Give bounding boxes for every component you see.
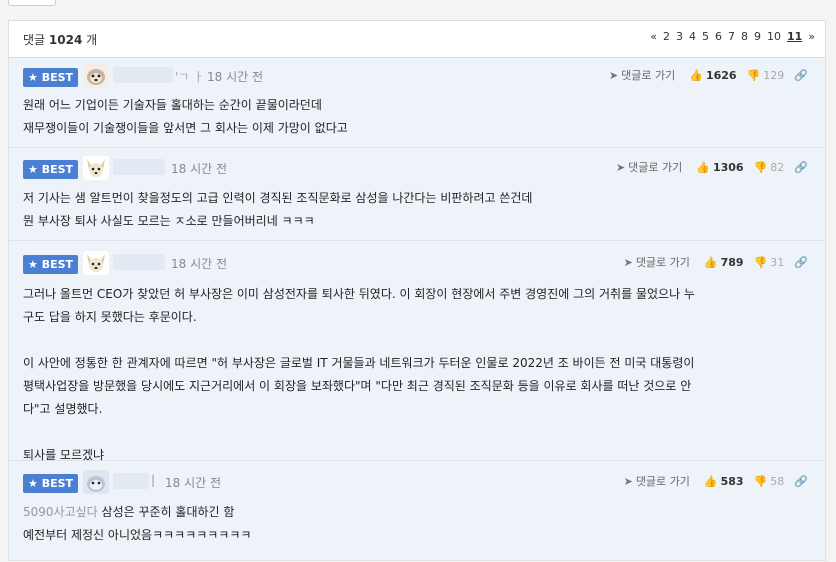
page-8[interactable]: 8: [741, 30, 748, 43]
upvote-count: 583: [720, 474, 744, 488]
comment-count-value: 1024: [48, 33, 83, 47]
comment-time: 18 시간 전: [207, 70, 264, 84]
avatar[interactable]: [83, 64, 109, 88]
comment-actions: ➤ 댓글로 가기 👍 789 👎 31 🔗: [624, 254, 811, 270]
link-icon[interactable]: 🔗: [794, 161, 808, 174]
top-button[interactable]: [8, 0, 56, 6]
pagination: « 2 3 4 5 6 7 8 9 10 11 »: [644, 30, 815, 43]
nickname-blur[interactable]: [113, 254, 165, 270]
comment-time: 18 시간 전: [165, 476, 222, 490]
link-icon[interactable]: 🔗: [794, 69, 808, 82]
avatar[interactable]: [83, 251, 109, 275]
page-3[interactable]: 3: [676, 30, 683, 43]
page-2[interactable]: 2: [663, 30, 670, 43]
reply-link[interactable]: 댓글로 가기: [636, 473, 690, 489]
thumbs-up-icon[interactable]: 👍: [704, 475, 718, 488]
nickname-blur[interactable]: [113, 67, 173, 83]
navigate-icon: ➤: [615, 160, 626, 174]
comment-item: ★ BEST | 18 시간 전 ➤ 댓글로 가기 👍 583 👎 58 🔗 5…: [8, 461, 826, 561]
page-7[interactable]: 7: [728, 30, 735, 43]
reply-link[interactable]: 댓글로 가기: [628, 159, 682, 175]
comment-time: 18 시간 전: [171, 257, 228, 271]
thumbs-down-icon[interactable]: 👎: [747, 69, 761, 82]
nickname-tail: 'ㄱ ㅏ: [175, 70, 205, 84]
comment-item: ★ BEST 18 시간 전 ➤ 댓글로 가기 👍 789 👎 31 🔗 그러나…: [8, 241, 826, 462]
page-5[interactable]: 5: [702, 30, 709, 43]
nickname-tail: |: [151, 473, 156, 487]
best-badge: ★ BEST: [23, 255, 79, 274]
thumbs-down-icon[interactable]: 👎: [754, 256, 768, 269]
upvote-count: 1626: [705, 68, 737, 82]
comment-list: ★ BEST 'ㄱ ㅏ 18 시간 전 ➤ 댓글로 가기 👍 1626 👎 12…: [8, 58, 826, 561]
best-badge: ★ BEST: [23, 68, 79, 87]
nickname-blur[interactable]: [113, 473, 149, 489]
comment-actions: ➤ 댓글로 가기 👍 1306 👎 82 🔗: [616, 159, 811, 175]
comment-body: 5090사고싶다 삼성은 꾸준히 홀대하긴 함 예전부터 제정신 아니었음ㅋㅋㅋ…: [23, 505, 252, 542]
link-icon[interactable]: 🔗: [794, 256, 808, 269]
page-4[interactable]: 4: [689, 30, 696, 43]
link-icon[interactable]: 🔗: [794, 475, 808, 488]
comment-body: 원래 어느 기업이든 기술자들 홀대하는 순간이 끝물이라던데 재무쟁이들이 기…: [23, 98, 348, 135]
navigate-icon: ➤: [623, 474, 633, 488]
best-badge: ★ BEST: [23, 160, 79, 179]
downvote-count: 129: [763, 68, 785, 82]
comment-actions: ➤ 댓글로 가기 👍 1626 👎 129 🔗: [609, 67, 811, 83]
quoted-user[interactable]: 5090사고싶다: [23, 505, 98, 519]
comment-body: 저 기사는 샘 알트먼이 찾을정도의 고급 인력이 경직된 조직문화로 삼성을 …: [23, 191, 533, 228]
comment-body: 그러나 올트먼 CEO가 찾았던 허 부사장은 이미 삼성전자를 퇴사한 뒤였다…: [23, 287, 695, 462]
comment-actions: ➤ 댓글로 가기 👍 583 👎 58 🔗: [624, 473, 811, 489]
thumbs-up-icon[interactable]: 👍: [704, 256, 718, 269]
reply-link[interactable]: 댓글로 가기: [636, 254, 690, 270]
downvote-count: 31: [770, 255, 785, 269]
thumbs-down-icon[interactable]: 👎: [754, 161, 768, 174]
downvote-count: 58: [770, 474, 785, 488]
page-10[interactable]: 10: [767, 30, 781, 43]
page-current[interactable]: 11: [787, 30, 802, 43]
page-6[interactable]: 6: [715, 30, 722, 43]
best-badge: ★ BEST: [23, 474, 79, 493]
navigate-icon: ➤: [608, 68, 619, 82]
thumbs-down-icon[interactable]: 👎: [754, 475, 768, 488]
page-last[interactable]: »: [808, 30, 815, 43]
comment-item: ★ BEST 18 시간 전 ➤ 댓글로 가기 👍 1306 👎 82 🔗 저 …: [8, 148, 826, 241]
avatar[interactable]: [83, 156, 109, 180]
comment-time: 18 시간 전: [171, 162, 228, 176]
thumbs-up-icon[interactable]: 👍: [696, 161, 710, 174]
upvote-count: 789: [720, 255, 744, 269]
comment-header: 댓글 1024 개 « 2 3 4 5 6 7 8 9 10 11 »: [8, 20, 826, 58]
page-9[interactable]: 9: [754, 30, 761, 43]
comment-count: 댓글 1024 개: [23, 33, 98, 47]
nickname-blur[interactable]: [113, 159, 165, 175]
upvote-count: 1306: [712, 160, 744, 174]
comment-item: ★ BEST 'ㄱ ㅏ 18 시간 전 ➤ 댓글로 가기 👍 1626 👎 12…: [8, 58, 826, 148]
navigate-icon: ➤: [623, 255, 633, 269]
reply-link[interactable]: 댓글로 가기: [621, 67, 675, 83]
page-first[interactable]: «: [650, 30, 657, 43]
avatar[interactable]: [83, 470, 109, 494]
thumbs-up-icon[interactable]: 👍: [689, 69, 703, 82]
downvote-count: 82: [770, 160, 785, 174]
